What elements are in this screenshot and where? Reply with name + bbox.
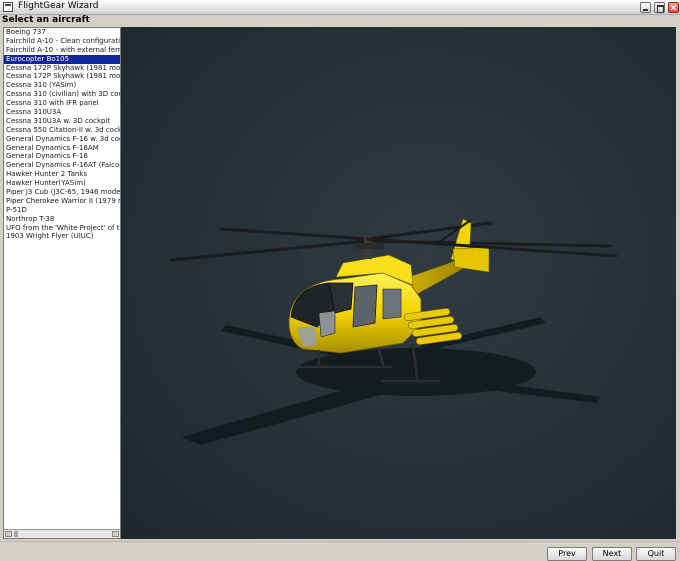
- button-bar: Prev Next Quit: [0, 541, 680, 561]
- aircraft-list-item[interactable]: Cessna 172P Skyhawk (1981 mode: [4, 72, 120, 81]
- aircraft-list-item[interactable]: Cessna 310U3A: [4, 108, 120, 117]
- window-title: FlightGear Wizard: [18, 1, 99, 11]
- aircraft-list-item[interactable]: Boeing 737: [4, 28, 120, 37]
- side-pods: [403, 307, 463, 346]
- aircraft-list-item[interactable]: Piper J3 Cub (J3C-65, 1946 model): [4, 188, 120, 197]
- aircraft-list-item[interactable]: Piper Cherokee Warrior II (1979 mo: [4, 197, 120, 206]
- select-aircraft-heading: Select an aircraft: [2, 15, 90, 25]
- helicopter-3d-model: [169, 218, 618, 445]
- aircraft-list-item[interactable]: Hawker Hunter 2 Tanks: [4, 170, 120, 179]
- aircraft-list-item[interactable]: General Dynamics F-16AT (Falcon-: [4, 161, 120, 170]
- aircraft-list-item[interactable]: Fairchild A-10 - Clean configuration: [4, 37, 120, 46]
- minimize-button[interactable]: [640, 2, 651, 13]
- aircraft-list-item[interactable]: Cessna 550 Citation-II w. 3d cockpi: [4, 126, 120, 135]
- prev-button[interactable]: Prev: [547, 547, 587, 561]
- maximize-button[interactable]: [654, 2, 665, 13]
- aircraft-list-item[interactable]: General Dynamics F-16 w. 3d cockp: [4, 135, 120, 144]
- aircraft-list-item[interactable]: Cessna 310 (civilian) with 3D cockp: [4, 90, 120, 99]
- aircraft-list[interactable]: Boeing 737 Fairchild A-10 - Clean configu…: [3, 27, 121, 539]
- aircraft-list-item[interactable]: General Dynamics F-16: [4, 152, 120, 161]
- aircraft-list-item[interactable]: Cessna 310 with IFR panel: [4, 99, 120, 108]
- aircraft-list-item[interactable]: Eurocopter Bo105: [4, 54, 120, 64]
- aircraft-list-item[interactable]: Fairchild A-10 - with external ferry ta: [4, 46, 120, 55]
- aircraft-list-item[interactable]: 1903 Wright Flyer (UIUC): [4, 232, 120, 241]
- horizontal-scrollbar[interactable]: [4, 529, 120, 538]
- aircraft-list-item[interactable]: Northrop T-38: [4, 215, 120, 224]
- aircraft-preview-viewport[interactable]: [121, 27, 676, 539]
- quit-button[interactable]: Quit: [636, 547, 676, 561]
- aircraft-list-item[interactable]: P-51D: [4, 206, 120, 215]
- close-button[interactable]: [668, 2, 679, 13]
- app-window-icon: [3, 2, 13, 12]
- aircraft-list-item[interactable]: UFO from the 'White Project' of the U: [4, 224, 120, 233]
- scrollbar-thumb[interactable]: [14, 531, 18, 537]
- title-bar[interactable]: FlightGear Wizard: [0, 0, 680, 15]
- aircraft-list-item[interactable]: Cessna 310U3A w. 3D cockpit: [4, 117, 120, 126]
- aircraft-list-item[interactable]: Cessna 310 (YASim): [4, 81, 120, 90]
- aircraft-list-item[interactable]: Cessna 172P Skyhawk (1981 mode: [4, 64, 120, 73]
- next-button[interactable]: Next: [592, 547, 632, 561]
- scroll-right-arrow-icon[interactable]: [112, 531, 119, 537]
- aircraft-list-item[interactable]: Hawker Hunter(YASim): [4, 179, 120, 188]
- scroll-left-arrow-icon[interactable]: [5, 531, 12, 537]
- aircraft-list-item[interactable]: General Dynamics F-16AM: [4, 144, 120, 153]
